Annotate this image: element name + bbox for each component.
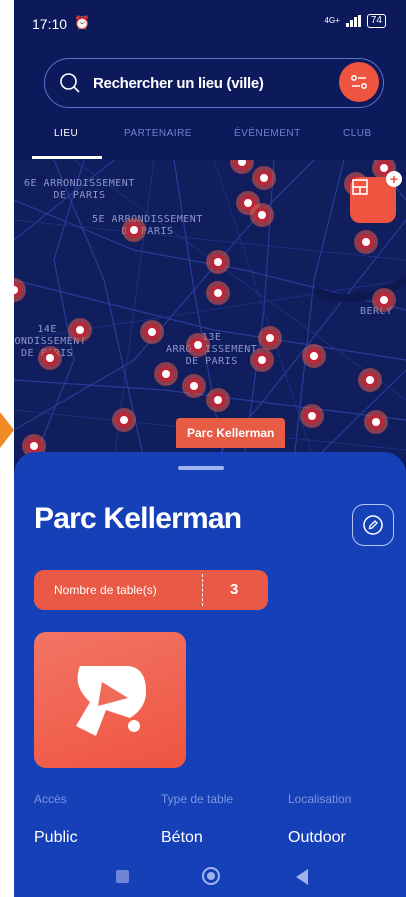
access-label: Accès <box>34 792 67 806</box>
map-marker[interactable] <box>206 281 230 305</box>
location-value: Outdoor <box>288 829 346 846</box>
search-icon <box>60 73 80 93</box>
table-count-value: 3 <box>230 581 239 598</box>
map-marker[interactable] <box>230 160 254 174</box>
map-marker[interactable] <box>112 408 136 432</box>
map-marker[interactable] <box>186 333 210 357</box>
map-marker[interactable] <box>38 346 62 370</box>
edit-button[interactable] <box>352 504 394 546</box>
category-tabs: LIEU PARTENAIRE ÉVÈNEMENT CLUB <box>14 120 406 160</box>
map-marker[interactable] <box>182 374 206 398</box>
map-marker[interactable] <box>140 320 164 344</box>
ping-pong-paddle-icon <box>76 666 146 736</box>
map-marker[interactable] <box>364 410 388 434</box>
filter-button[interactable] <box>339 62 379 102</box>
table-count-badge: Nombre de table(s) 3 <box>34 570 268 610</box>
network-type: 4G+ <box>324 16 340 25</box>
divider <box>202 574 203 606</box>
active-tab-indicator <box>32 156 102 159</box>
map-marker[interactable] <box>250 348 274 372</box>
location-label: Localisation <box>288 792 352 806</box>
map-marker[interactable] <box>14 278 26 302</box>
map-view[interactable]: 6E ARRONDISSEMENT DE PARIS 5E ARRONDISSEM… <box>14 160 406 460</box>
tab-lieu[interactable]: LIEU <box>54 128 78 139</box>
map-marker[interactable] <box>258 326 282 350</box>
status-bar: 17:10 ⏰ 4G+ 74 <box>14 0 406 46</box>
battery-level: 74 <box>366 14 386 28</box>
app-screen: 17:10 ⏰ 4G+ 74 Rechercher un lieu (ville… <box>14 0 406 897</box>
sheet-drag-handle[interactable] <box>178 466 224 470</box>
map-markers <box>14 160 396 458</box>
map-marker[interactable] <box>302 344 326 368</box>
map-marker[interactable] <box>358 368 382 392</box>
map-marker[interactable] <box>206 388 230 412</box>
side-arrow-indicator <box>0 412 14 448</box>
status-time: 17:10 <box>32 16 68 32</box>
map-marker[interactable] <box>122 218 146 242</box>
alarm-icon: ⏰ <box>74 15 91 30</box>
tab-club[interactable]: CLUB <box>343 128 372 139</box>
tab-partenaire[interactable]: PARTENAIRE <box>124 128 192 139</box>
plus-icon[interactable]: + <box>386 171 402 187</box>
place-detail-sheet: Parc Kellerman Nombre de table(s) 3 Accè… <box>14 452 406 897</box>
home-icon[interactable] <box>202 867 220 885</box>
map-marker[interactable] <box>252 166 276 190</box>
place-image <box>34 632 186 768</box>
back-icon[interactable] <box>296 869 308 885</box>
map-marker[interactable] <box>372 288 396 312</box>
search-input[interactable]: Rechercher un lieu (ville) <box>93 75 264 92</box>
signal-icon <box>345 15 361 27</box>
place-title: Parc Kellerman <box>34 502 242 535</box>
access-value: Public <box>34 829 78 846</box>
table-count-label: Nombre de table(s) <box>54 583 157 597</box>
filter-sliders-icon <box>351 75 367 89</box>
edit-pencil-icon <box>363 515 383 535</box>
map-layers-button[interactable]: + <box>350 171 402 223</box>
recent-apps-icon[interactable] <box>116 870 129 883</box>
table-type-label: Type de table <box>161 792 234 806</box>
map-marker[interactable] <box>250 203 274 227</box>
system-navigation-bar <box>14 856 406 897</box>
map-layers-icon <box>352 179 368 195</box>
tab-evenement[interactable]: ÉVÈNEMENT <box>234 128 301 139</box>
selected-marker-label[interactable]: Parc Kellerman <box>176 418 286 448</box>
map-marker[interactable] <box>206 250 230 274</box>
map-marker[interactable] <box>354 230 378 254</box>
map-marker[interactable] <box>300 404 324 428</box>
table-type-value: Béton <box>161 829 203 846</box>
search-bar[interactable]: Rechercher un lieu (ville) <box>44 58 384 108</box>
map-marker[interactable] <box>154 362 178 386</box>
map-marker[interactable] <box>68 318 92 342</box>
